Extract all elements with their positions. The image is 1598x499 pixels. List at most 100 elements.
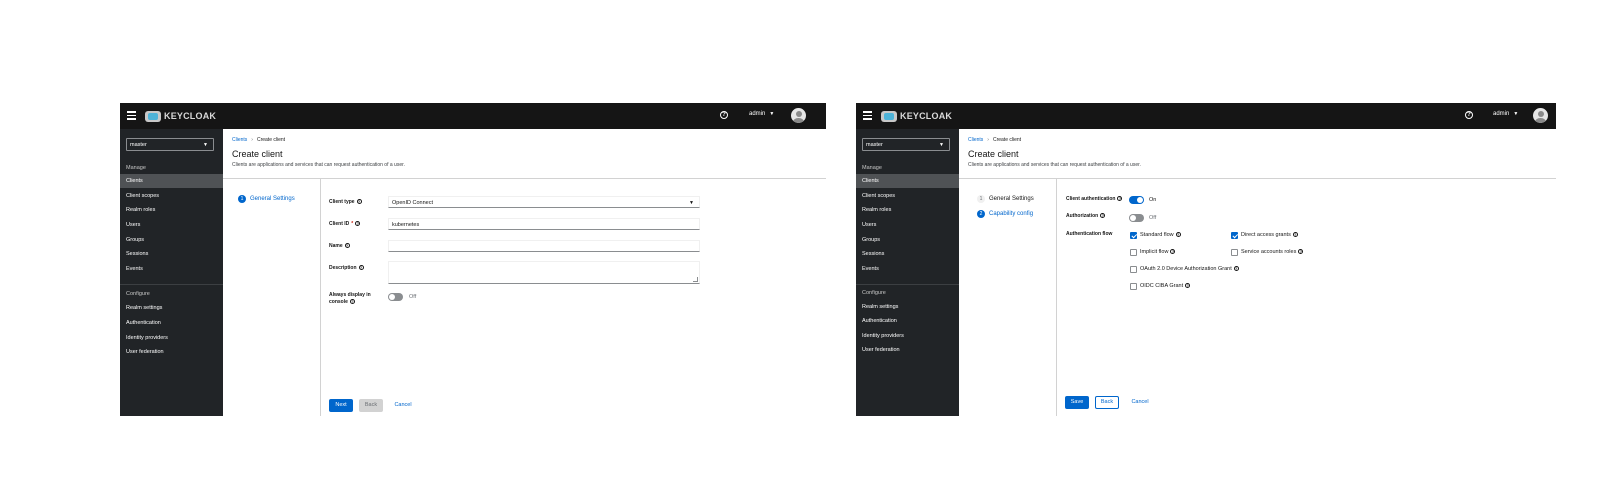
sidebar-item-user-federation[interactable]: User federation <box>120 345 223 359</box>
back-button[interactable]: Back <box>1095 396 1119 409</box>
implicit-flow-checkbox[interactable] <box>1130 249 1137 256</box>
sidebar-item-sessions[interactable]: Sessions <box>856 247 959 261</box>
direct-access-grants-checkbox[interactable] <box>1231 232 1238 239</box>
main-content: Clients › Create client Create client Clie… <box>959 129 1556 416</box>
name-input[interactable] <box>388 240 700 252</box>
sidebar-item-sessions[interactable]: Sessions <box>120 247 223 261</box>
help-icon: ? <box>1117 196 1123 202</box>
brand-name: KEYCLOAK <box>900 111 953 121</box>
help-icon: ? <box>349 299 355 305</box>
name-label: Name? <box>329 243 350 249</box>
sidebar-item-identity-providers[interactable]: Identity providers <box>856 329 959 343</box>
nav-divider <box>856 284 959 285</box>
keycloak-logo[interactable]: KEYCLOAK <box>881 109 952 123</box>
help-icon: ? <box>1100 213 1106 219</box>
save-button[interactable]: Save <box>1065 396 1089 409</box>
client-authentication-switch[interactable] <box>1129 196 1144 204</box>
sidebar-item-realm-settings[interactable]: Realm settings <box>856 300 959 314</box>
always-display-switch[interactable] <box>388 293 403 301</box>
page-description: Clients are applications and services th… <box>968 162 1141 168</box>
device-authorization-grant-checkbox[interactable] <box>1130 266 1137 273</box>
nav-group-manage: Manage <box>862 165 882 171</box>
user-menu[interactable]: admin ▼ <box>749 111 774 117</box>
step-label: Capability config <box>989 211 1034 217</box>
avatar[interactable] <box>791 108 806 123</box>
sidebar-item-clients[interactable]: Clients <box>120 174 223 188</box>
caret-down-icon: ▼ <box>769 111 775 117</box>
client-id-input[interactable]: kubernetes <box>388 218 700 230</box>
sidebar-item-groups[interactable]: Groups <box>120 233 223 247</box>
keycloak-logo-icon <box>881 110 897 122</box>
sidebar-item-users[interactable]: Users <box>120 218 223 232</box>
nav-group-configure: Configure <box>126 291 150 297</box>
sidebar-item-realm-settings[interactable]: Realm settings <box>120 301 223 315</box>
realm-selector[interactable]: master ▼ <box>126 138 214 151</box>
standard-flow-label: Standard flow? <box>1140 232 1181 238</box>
sidebar-item-authentication[interactable]: Authentication <box>120 316 223 330</box>
oidc-ciba-grant-label: OIDC CIBA Grant? <box>1140 283 1191 289</box>
sidebar-item-clients[interactable]: Clients <box>856 174 959 188</box>
user-name: admin <box>1493 111 1510 117</box>
main-content: Clients › Create client Create client Clie… <box>223 129 826 416</box>
breadcrumb-clients-link[interactable]: Clients <box>232 137 247 143</box>
sidebar: master ▼ Manage Clients Client scopes Rea… <box>856 129 959 416</box>
help-icon: ? <box>358 265 364 271</box>
authorization-state: Off <box>1149 215 1157 221</box>
always-display-state: Off <box>409 294 417 300</box>
header-divider <box>223 178 826 179</box>
keycloak-logo-icon <box>145 110 161 122</box>
wizard-step-general-settings[interactable]: 1 General Settings <box>977 195 1034 203</box>
client-type-select[interactable]: OpenID Connect ▼ <box>388 196 700 208</box>
sidebar-item-realm-roles[interactable]: Realm roles <box>856 203 959 217</box>
sidebar-item-groups[interactable]: Groups <box>856 233 959 247</box>
help-icon: ? <box>1292 232 1298 238</box>
cancel-button[interactable]: Cancel <box>1127 396 1153 409</box>
sidebar-item-identity-providers[interactable]: Identity providers <box>120 331 223 345</box>
sidebar-item-events[interactable]: Events <box>856 262 959 276</box>
service-accounts-roles-checkbox[interactable] <box>1231 249 1238 256</box>
user-name: admin <box>749 111 766 117</box>
realm-selector[interactable]: master ▼ <box>862 138 950 151</box>
sidebar-item-client-scopes[interactable]: Client scopes <box>856 189 959 203</box>
caret-down-icon: ▼ <box>689 200 694 206</box>
sidebar-item-users[interactable]: Users <box>856 218 959 232</box>
sidebar-item-realm-roles[interactable]: Realm roles <box>120 203 223 217</box>
back-button[interactable]: Back <box>359 399 383 412</box>
avatar[interactable] <box>1533 108 1548 123</box>
caret-down-icon: ▼ <box>939 142 944 148</box>
caret-down-icon: ▼ <box>203 142 208 148</box>
standard-flow-checkbox[interactable] <box>1130 232 1137 239</box>
step-label: General Settings <box>989 196 1034 202</box>
client-authentication-state: On <box>1149 197 1157 203</box>
help-icon[interactable]: ? <box>720 111 728 119</box>
help-icon: ? <box>355 221 361 227</box>
wizard-step-general-settings[interactable]: 1 General Settings <box>238 195 295 203</box>
step-number: 1 <box>238 195 246 203</box>
service-accounts-roles-label: Service accounts roles? <box>1241 249 1304 255</box>
sidebar-item-user-federation[interactable]: User federation <box>856 343 959 357</box>
device-authorization-grant-label: OAuth 2.0 Device Authorization Grant? <box>1140 266 1239 272</box>
authorization-switch[interactable] <box>1129 214 1144 222</box>
description-textarea[interactable] <box>388 261 700 284</box>
page-title: Create client <box>968 149 1019 159</box>
hamburger-menu-icon[interactable] <box>863 111 872 120</box>
help-icon: ? <box>344 243 350 249</box>
sidebar-item-client-scopes[interactable]: Client scopes <box>120 189 223 203</box>
user-menu[interactable]: admin ▼ <box>1493 111 1518 117</box>
nav-group-configure: Configure <box>862 290 886 296</box>
wizard-step-capability-config[interactable]: 2 Capability config <box>977 210 1033 218</box>
hamburger-menu-icon[interactable] <box>127 111 136 120</box>
help-icon[interactable]: ? <box>1465 111 1473 119</box>
header-divider <box>959 178 1556 179</box>
breadcrumb-separator-icon: › <box>251 137 253 143</box>
sidebar-item-authentication[interactable]: Authentication <box>856 314 959 328</box>
brand-name: KEYCLOAK <box>164 111 217 121</box>
breadcrumb: Clients › Create client <box>232 137 285 143</box>
next-button[interactable]: Next <box>329 399 353 412</box>
cancel-button[interactable]: Cancel <box>390 399 416 412</box>
breadcrumb-clients-link[interactable]: Clients <box>968 137 983 143</box>
oidc-ciba-grant-checkbox[interactable] <box>1130 283 1137 290</box>
authorization-label: Authorization? <box>1066 213 1106 219</box>
sidebar-item-events[interactable]: Events <box>120 262 223 276</box>
keycloak-logo[interactable]: KEYCLOAK <box>145 109 216 123</box>
